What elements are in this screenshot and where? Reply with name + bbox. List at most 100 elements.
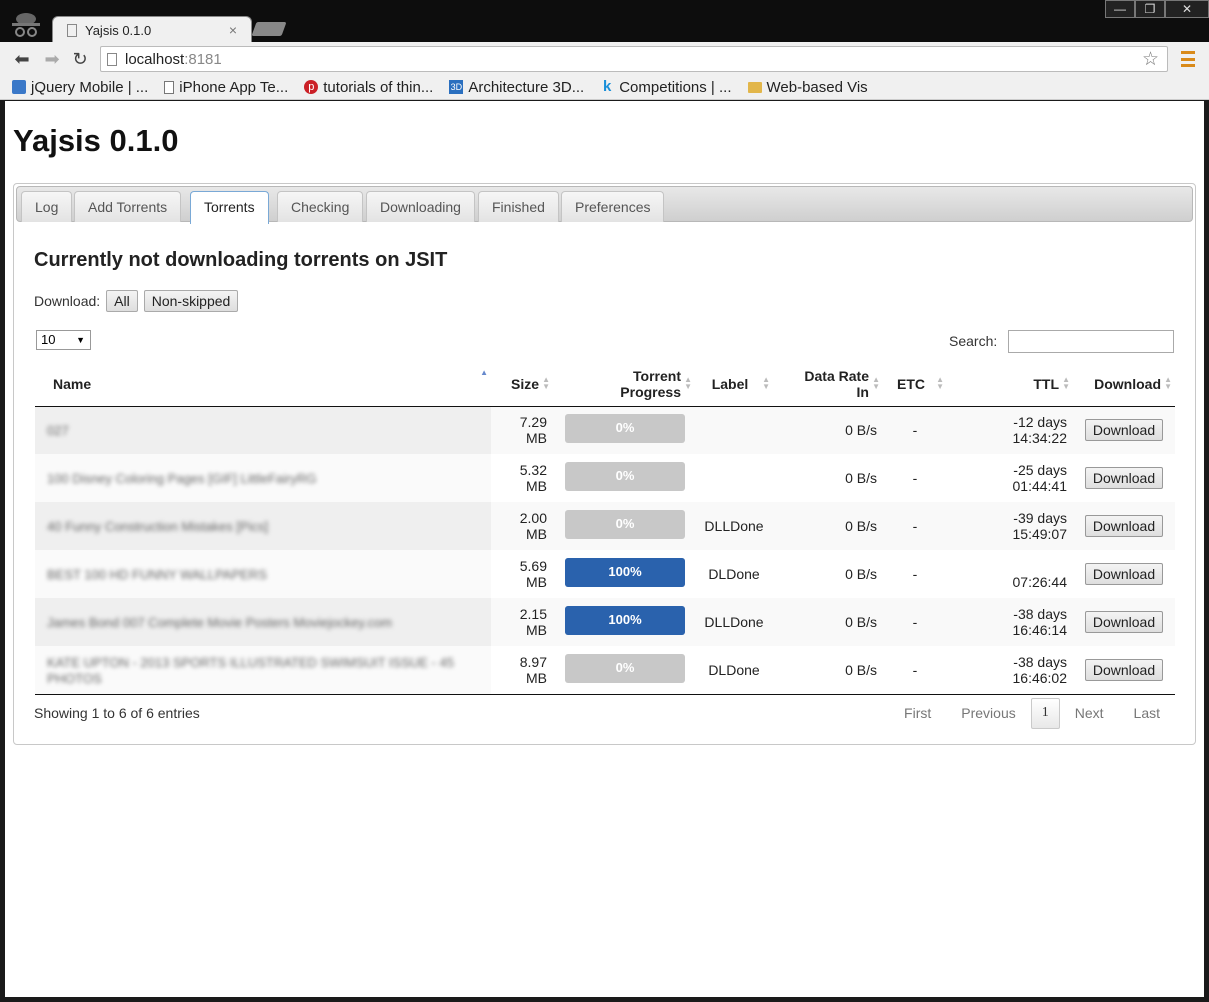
column-ttl[interactable]: TTL ▲ ▼ — [947, 362, 1073, 407]
progress-cell: 100% — [553, 598, 695, 646]
bookmark-architecture-3d[interactable]: 3D Architecture 3D... — [449, 79, 584, 96]
size-value: 5.69 — [519, 558, 547, 574]
tab-downloading[interactable]: Downloading — [366, 191, 475, 222]
bookmark-label: iPhone App Te... — [179, 78, 289, 96]
progress-bar: 0% — [565, 653, 685, 683]
torrent-name-cell: James Bond 007 Complete Movie Posters Mo… — [35, 598, 491, 646]
label-cell: DLDone — [695, 646, 773, 695]
paging-previous[interactable]: Previous — [946, 698, 1030, 729]
tabs-panel: Log Add Torrents Torrents Checking Downl… — [13, 183, 1196, 745]
column-etc[interactable]: ETC ▲ ▼ — [883, 362, 947, 407]
column-label: TTL — [1033, 375, 1059, 392]
torrent-name-cell: 027 — [35, 406, 491, 454]
data-rate-cell: 0 B/s — [773, 406, 883, 454]
bookmark-web-based-vis[interactable]: Web-based Vis — [747, 78, 868, 96]
close-window-button[interactable]: ✕ — [1165, 0, 1209, 18]
column-data-rate[interactable]: Data Rate In ▲ ▼ — [773, 362, 883, 407]
size-value: 2.00 — [519, 510, 547, 526]
sort-icon: ▲ ▼ — [936, 375, 944, 391]
progress-text: 0% — [615, 420, 635, 436]
progress-bar: 100% — [565, 606, 685, 635]
download-button[interactable]: Download — [1084, 419, 1164, 442]
tab-torrents[interactable]: Torrents — [190, 191, 269, 224]
dropdown-caret-icon: ▼ — [76, 335, 85, 345]
column-size[interactable]: Size ▲ ▼ — [491, 362, 553, 407]
download-button[interactable]: Download — [1084, 611, 1164, 633]
page-title: Yajsis 0.1.0 — [13, 123, 179, 158]
bookmark-jquery-mobile[interactable]: jQuery Mobile | ... — [12, 79, 148, 96]
paging-last[interactable]: Last — [1119, 698, 1175, 729]
label-cell — [695, 406, 773, 454]
bookmark-competitions[interactable]: k Competitions | ... — [600, 79, 731, 96]
pinterest-icon: p — [304, 80, 319, 94]
k-icon: k — [603, 78, 612, 95]
column-progress[interactable]: Torrent Progress ▲ ▼ — [553, 362, 695, 407]
page-length-value: 10 — [41, 332, 56, 347]
table-row: James Bond 007 Complete Movie Posters Mo… — [35, 598, 1175, 646]
bookmark-star-icon[interactable]: ☆ — [1142, 48, 1159, 71]
etc-cell: - — [883, 646, 947, 695]
reload-icon[interactable]: ↻ — [70, 49, 90, 69]
section-heading: Currently not downloading torrents on JS… — [34, 249, 448, 271]
bookmark-tutorials[interactable]: p tutorials of thin... — [304, 79, 433, 96]
sort-icon: ▲ ▼ — [762, 375, 770, 391]
tab-checking[interactable]: Checking — [277, 191, 364, 222]
ttl-time: 07:26:44 — [1012, 574, 1068, 590]
browser-menu-icon[interactable] — [1181, 51, 1195, 67]
table-row: 100 Disney Coloring Pages [GIF] LittleFa… — [35, 454, 1175, 502]
download-button[interactable]: Download — [1084, 467, 1164, 489]
size-cell: 5.32 MB — [491, 454, 553, 502]
browser-tab[interactable]: Yajsis 0.1.0 × — [52, 16, 252, 43]
maximize-button[interactable]: ❐ — [1135, 0, 1165, 18]
bookmark-label: jQuery Mobile | ... — [31, 78, 149, 96]
size-cell: 2.00 MB — [491, 502, 553, 550]
search-input[interactable] — [1008, 330, 1174, 353]
forward-arrow-icon[interactable]: ➡ — [42, 49, 62, 69]
torrent-name: 027 — [47, 423, 69, 439]
tab-log[interactable]: Log — [21, 191, 73, 222]
column-download[interactable]: Download ▲ ▼ — [1073, 362, 1175, 407]
download-all-button[interactable]: All — [106, 290, 138, 312]
torrent-name: BEST 100 HD FUNNY WALLPAPERS — [47, 567, 267, 582]
progress-bar: 0% — [565, 414, 685, 444]
paging-current-page[interactable]: 1 — [1030, 698, 1060, 729]
progress-text: 0% — [615, 659, 635, 675]
close-tab-icon[interactable]: × — [229, 22, 237, 38]
new-tab-button[interactable] — [251, 22, 287, 36]
download-cell: Download — [1073, 502, 1175, 550]
ttl-cell: -39 days 15:49:07 — [947, 502, 1073, 550]
data-rate-cell: 0 B/s — [773, 646, 883, 695]
size-unit: MB — [526, 574, 547, 590]
torrent-name-cell: 40 Funny Construction Mistakes [Pics] — [35, 502, 491, 550]
size-unit: MB — [526, 669, 547, 686]
tab-add-torrents[interactable]: Add Torrents — [74, 191, 182, 222]
download-button[interactable]: Download — [1084, 563, 1164, 585]
column-label: Data Rate — [804, 367, 869, 384]
column-name[interactable]: Name ▲ — [35, 362, 491, 407]
window-controls: — ❐ ✕ — [1105, 0, 1209, 18]
bookmark-label: Architecture 3D... — [468, 78, 585, 96]
download-button[interactable]: Download — [1084, 658, 1164, 681]
tab-preferences[interactable]: Preferences — [561, 191, 665, 222]
ttl-cell: 07:26:44 — [947, 550, 1073, 598]
bookmark-label: Web-based Vis — [766, 78, 868, 96]
column-label-header[interactable]: Label ▲ ▼ — [695, 362, 773, 407]
download-nonskipped-button[interactable]: Non-skipped — [143, 290, 239, 312]
sort-icon: ▲ ▼ — [872, 375, 880, 391]
bookmark-iphone-app[interactable]: iPhone App Te... — [164, 79, 288, 96]
tab-finished[interactable]: Finished — [478, 191, 559, 222]
back-arrow-icon[interactable]: ⬅ — [12, 49, 32, 69]
etc-cell: - — [883, 406, 947, 454]
paging-first[interactable]: First — [889, 698, 946, 729]
paging-next[interactable]: Next — [1060, 698, 1119, 729]
download-cell: Download — [1073, 550, 1175, 598]
table-row: BEST 100 HD FUNNY WALLPAPERS 5.69 MB 100% DL… — [35, 550, 1175, 598]
data-rate-cell: 0 B/s — [773, 454, 883, 502]
minimize-button[interactable]: — — [1105, 0, 1135, 18]
download-button[interactable]: Download — [1084, 515, 1164, 537]
page-length-select[interactable]: 10 ▼ — [36, 330, 91, 350]
address-host: localhost — [125, 50, 185, 68]
page-icon — [67, 23, 77, 37]
address-bar[interactable]: localhost:8181 ☆ — [100, 46, 1168, 72]
column-label: Progress — [620, 383, 681, 400]
